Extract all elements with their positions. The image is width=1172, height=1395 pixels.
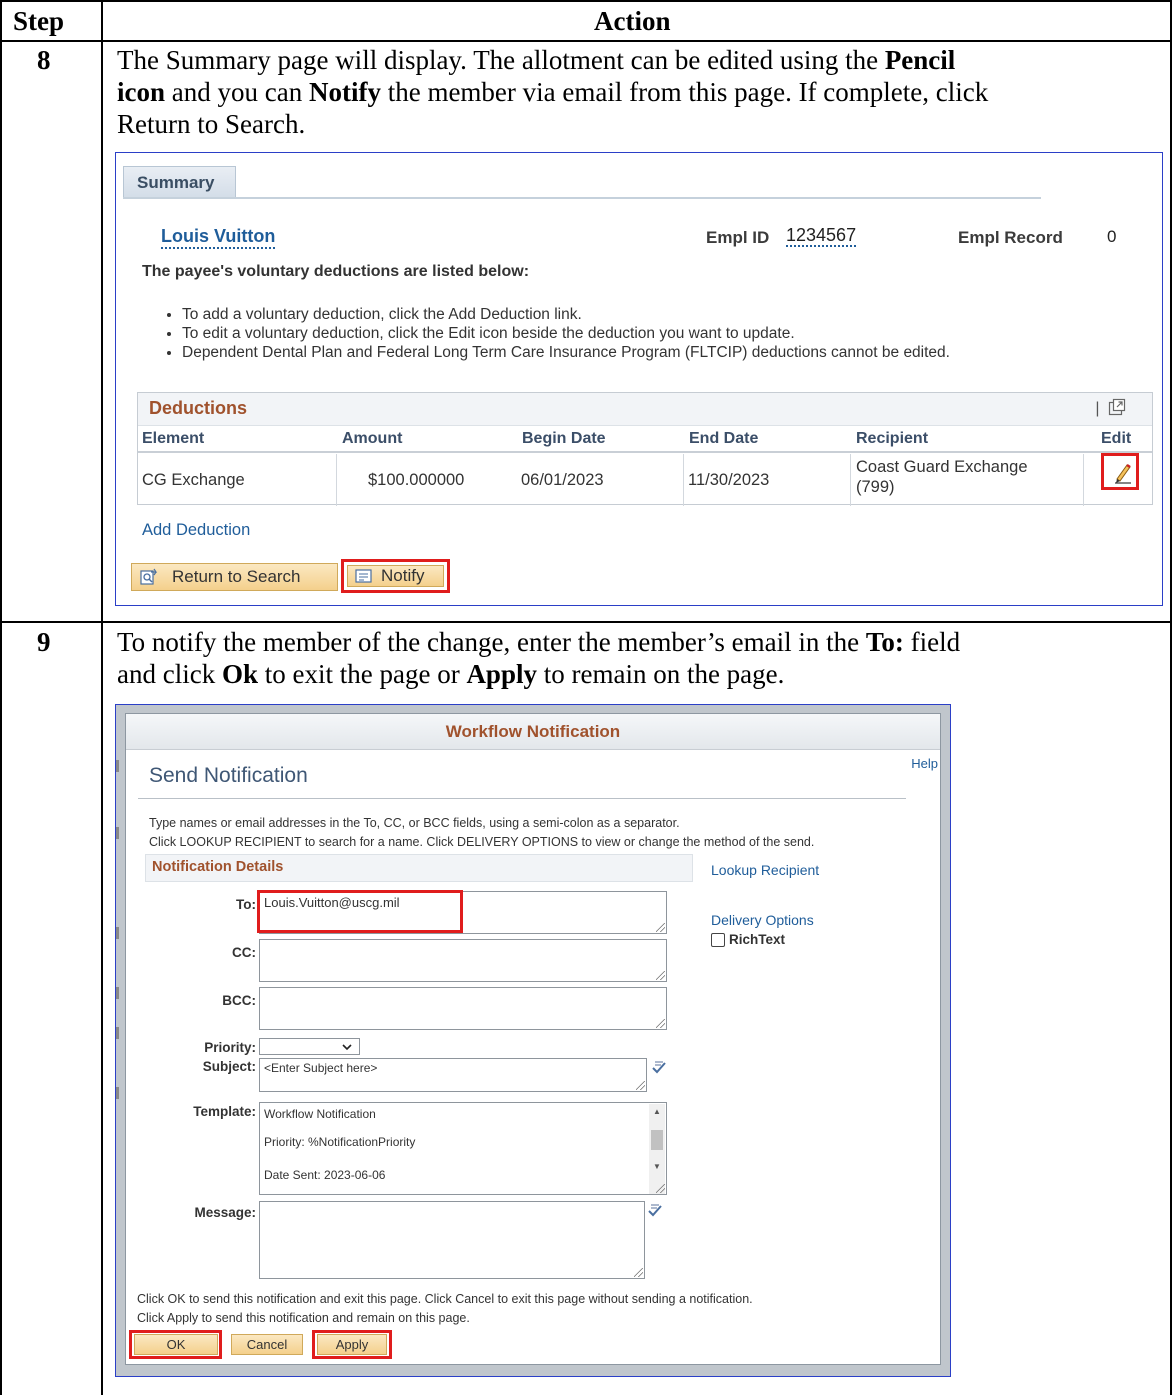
- list-item: To add a voluntary deduction, click the …: [182, 305, 950, 324]
- grid-toolbar: |: [1095, 398, 1126, 418]
- payee-name: Louis Vuitton: [161, 226, 276, 249]
- message-field[interactable]: [259, 1201, 645, 1279]
- deductions-grid: Deductions | Element Amount Begin Date E…: [137, 392, 1153, 506]
- step8-instruction: The Summary page will display. The allot…: [117, 45, 989, 139]
- tab-summary[interactable]: Summary: [123, 166, 236, 198]
- deductions-intro: The payee's voluntary deductions are lis…: [142, 263, 530, 280]
- notify-icon: [355, 569, 372, 583]
- priority-label: Priority:: [204, 1040, 256, 1055]
- notification-modal: Workflow Notification Help Send Notifica…: [125, 713, 941, 1365]
- column-header[interactable]: End Date: [689, 430, 758, 448]
- column-header[interactable]: Element: [142, 430, 204, 448]
- list-item: Dependent Dental Plan and Federal Long T…: [182, 343, 950, 362]
- instruction-list: To add a voluntary deduction, click the …: [164, 305, 950, 362]
- delivery-options-link[interactable]: Delivery Options: [711, 912, 814, 928]
- cell-amount: $100.000000: [368, 471, 465, 489]
- help-link[interactable]: Help: [911, 756, 938, 771]
- template-field[interactable]: Workflow Notification Priority: %Notific…: [259, 1102, 667, 1195]
- add-deduction-link[interactable]: Add Deduction: [142, 521, 250, 540]
- spell-check-icon[interactable]: [647, 1203, 663, 1219]
- return-search-icon: [140, 568, 158, 585]
- column-header[interactable]: Amount: [342, 430, 402, 448]
- template-scrollbar[interactable]: ▲ ▼: [649, 1104, 665, 1194]
- cell-begin-date: 06/01/2023: [521, 471, 604, 489]
- page-title: Send Notification: [149, 764, 308, 787]
- cc-label: CC:: [232, 945, 256, 960]
- bcc-field[interactable]: [259, 987, 667, 1030]
- priority-select[interactable]: [259, 1038, 360, 1055]
- workflow-screenshot: Workflow Notification Help Send Notifica…: [115, 704, 951, 1377]
- cell-recipient: Coast Guard Exchange (799): [856, 458, 1028, 496]
- emplid-label: Empl ID: [706, 228, 770, 247]
- instruction-text: Click LOOKUP RECIPIENT to search for a n…: [149, 835, 815, 849]
- emplid-value: 1234567: [786, 225, 857, 247]
- footer-instruction: Click Apply to send this notification an…: [137, 1311, 470, 1325]
- modal-title: Workflow Notification: [126, 714, 940, 750]
- richtext-label: RichText: [729, 932, 786, 947]
- chevron-down-icon: [342, 1044, 352, 1051]
- return-to-search-button[interactable]: Return to Search: [131, 563, 338, 591]
- apply-button[interactable]: Apply: [317, 1334, 387, 1355]
- step-number: 9: [37, 627, 51, 657]
- lookup-recipient-link[interactable]: Lookup Recipient: [711, 862, 819, 878]
- step-number: 8: [37, 45, 51, 75]
- cell-end-date: 11/30/2023: [688, 471, 770, 489]
- cell-element: CG Exchange: [142, 471, 245, 489]
- list-item: To edit a voluntary deduction, click the…: [182, 324, 950, 343]
- edit-highlight: [1101, 453, 1139, 490]
- notify-button[interactable]: Notify: [347, 565, 444, 587]
- template-label: Template:: [193, 1104, 256, 1119]
- deductions-title: Deductions: [149, 398, 248, 418]
- column-header[interactable]: Begin Date: [522, 430, 606, 448]
- return-to-search-label: Return to Search: [172, 567, 301, 586]
- message-label: Message:: [194, 1205, 256, 1220]
- step9-instruction: To notify the member of the change, ente…: [117, 627, 961, 689]
- footer-instruction: Click OK to send this notification and e…: [137, 1292, 753, 1306]
- notify-highlight: Notify: [341, 559, 450, 593]
- subject-field[interactable]: <Enter Subject here>: [259, 1058, 647, 1092]
- notify-label: Notify: [381, 566, 425, 585]
- column-header: Edit: [1101, 430, 1132, 447]
- cc-field[interactable]: [259, 939, 667, 982]
- header-step: Step: [13, 6, 65, 36]
- column-header[interactable]: Recipient: [856, 430, 928, 448]
- summary-screenshot: Summary Louis Vuitton Empl ID 1234567 Em…: [115, 152, 1163, 606]
- emplrecord-value: 0: [1107, 227, 1117, 246]
- to-label: To:: [236, 897, 256, 912]
- instruction-text: Type names or email addresses in the To,…: [149, 816, 680, 830]
- bcc-label: BCC:: [222, 993, 256, 1008]
- header-action: Action: [594, 6, 671, 36]
- emplrecord-label: Empl Record: [958, 228, 1063, 247]
- cancel-button[interactable]: Cancel: [231, 1334, 303, 1355]
- pencil-icon[interactable]: [1114, 462, 1132, 484]
- ok-button[interactable]: OK: [134, 1334, 218, 1355]
- spell-check-icon[interactable]: [651, 1060, 667, 1076]
- subject-label: Subject:: [202, 1059, 256, 1074]
- notification-details-header: Notification Details: [145, 854, 693, 882]
- to-field-highlight: [257, 890, 463, 933]
- richtext-checkbox[interactable]: [711, 933, 725, 947]
- new-window-icon[interactable]: [1108, 398, 1126, 416]
